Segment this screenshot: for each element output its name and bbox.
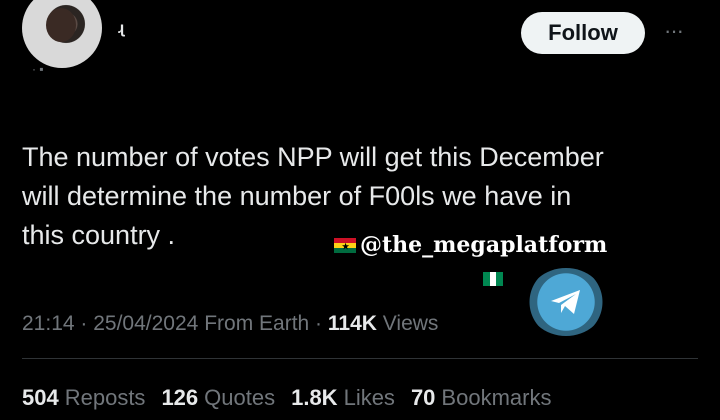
follow-button[interactable]: Follow	[521, 12, 645, 54]
display-name[interactable]: ɻ	[118, 20, 125, 38]
divider	[22, 358, 698, 359]
views-count: 114K	[327, 312, 377, 335]
bookmarks-label: Bookmarks	[441, 385, 552, 410]
avatar[interactable]	[22, 0, 102, 68]
nigeria-flag-icon	[483, 272, 504, 286]
likes-count: 1.8K	[291, 385, 338, 410]
tweet-time[interactable]: 21:14	[22, 312, 75, 335]
reposts-stat[interactable]: 504 Reposts	[22, 385, 145, 411]
reposts-count: 504	[22, 385, 59, 410]
quotes-label: Quotes	[204, 385, 276, 410]
avatar-face	[46, 8, 76, 42]
user-handle: · ▪	[32, 62, 44, 76]
quotes-count: 126	[161, 385, 199, 410]
tweet-source: From Earth	[204, 312, 310, 335]
quotes-stat[interactable]: 126 Quotes	[161, 385, 275, 411]
bookmarks-count: 70	[410, 385, 436, 410]
views-label: Views	[382, 312, 439, 335]
more-options-icon[interactable]: ···	[664, 18, 684, 44]
reposts-label: Reposts	[64, 385, 146, 410]
engagement-stats: 504 Reposts 126 Quotes 1.8K Likes 70 Bookmar…	[22, 385, 551, 411]
watermark: ★ @the_megaplatform	[334, 232, 607, 258]
ghana-flag-icon: ★	[334, 237, 356, 253]
tweet-meta: 21:14 · 25/04/2024 From Earth · 114K Vie…	[22, 312, 439, 335]
tweet-date[interactable]: 25/04/2024	[93, 312, 198, 335]
likes-stat[interactable]: 1.8K Likes	[291, 385, 395, 411]
telegram-icon	[527, 268, 605, 336]
watermark-text: @the_megaplatform	[360, 232, 608, 258]
bookmarks-stat[interactable]: 70 Bookmarks	[411, 385, 552, 411]
likes-label: Likes	[343, 385, 395, 410]
